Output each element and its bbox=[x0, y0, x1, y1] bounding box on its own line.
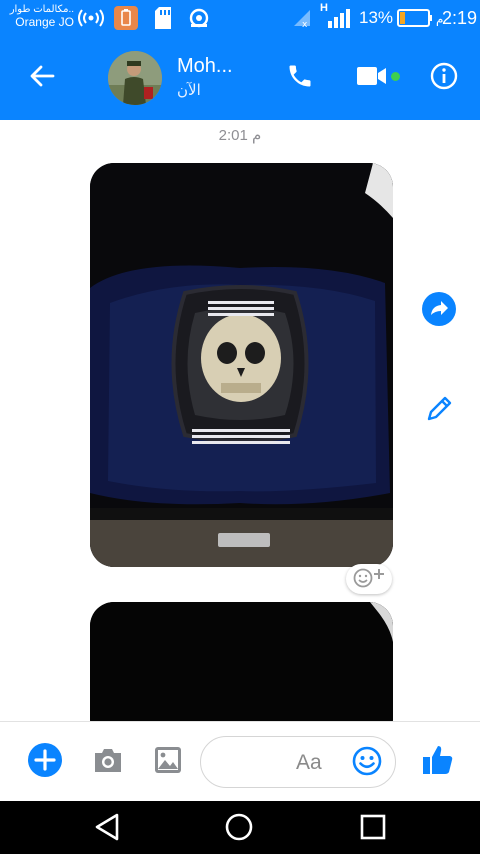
message-timestamp: 2:01 م bbox=[218, 127, 262, 144]
camera-button[interactable] bbox=[90, 744, 126, 780]
voice-call-button[interactable] bbox=[280, 58, 320, 98]
conversation-info-button[interactable] bbox=[424, 58, 464, 98]
message-thread[interactable]: 2:01 م bbox=[0, 120, 480, 721]
add-reaction-button[interactable] bbox=[346, 564, 392, 594]
info-icon bbox=[429, 61, 459, 96]
signal-x-icon: x bbox=[292, 8, 312, 33]
battery-saver-icon bbox=[114, 6, 138, 35]
emoji-icon bbox=[351, 745, 383, 782]
contact-name[interactable]: Moh... bbox=[177, 55, 233, 78]
edit-photo-button[interactable] bbox=[422, 394, 456, 428]
gallery-icon bbox=[153, 745, 183, 780]
share-forward-icon bbox=[422, 291, 456, 331]
recents-square-icon bbox=[359, 813, 387, 846]
plus-icon bbox=[27, 742, 63, 783]
message-input[interactable]: Aa bbox=[200, 736, 396, 788]
signal-bars-icon bbox=[326, 7, 352, 34]
nav-recents-button[interactable] bbox=[355, 811, 391, 847]
phone-icon bbox=[286, 62, 314, 95]
nav-back-button[interactable] bbox=[89, 811, 125, 847]
status-bar: مكالمات طوار.. Orange JO x H 13% م 2:19 bbox=[0, 0, 480, 36]
thumbs-up-icon bbox=[421, 743, 455, 782]
conversation-header: Moh... الآن bbox=[0, 36, 480, 120]
back-triangle-icon bbox=[93, 812, 121, 847]
clock: 2:19 bbox=[442, 8, 478, 28]
nav-home-button[interactable] bbox=[221, 811, 257, 847]
gallery-button[interactable] bbox=[150, 744, 186, 780]
photo-message[interactable] bbox=[90, 163, 393, 567]
message-input-placeholder: Aa bbox=[296, 751, 322, 774]
video-camera-icon bbox=[356, 64, 388, 93]
forward-button[interactable] bbox=[422, 291, 456, 331]
hotspot-icon bbox=[78, 8, 104, 33]
message-composer: Aa bbox=[0, 721, 480, 801]
home-circle-icon bbox=[224, 812, 254, 847]
video-call-button[interactable] bbox=[352, 58, 392, 98]
online-indicator bbox=[391, 72, 400, 81]
photo-message[interactable] bbox=[90, 602, 393, 721]
sync-icon bbox=[188, 7, 210, 34]
svg-text:x: x bbox=[302, 20, 308, 28]
system-nav-bar bbox=[0, 801, 480, 854]
sd-card-icon bbox=[153, 6, 173, 35]
back-arrow-icon bbox=[29, 63, 55, 94]
battery-icon bbox=[397, 9, 433, 32]
more-actions-button[interactable] bbox=[27, 742, 63, 783]
avatar[interactable] bbox=[108, 51, 162, 105]
carrier-info: مكالمات طوار.. Orange JO bbox=[8, 3, 74, 29]
carrier-line2: Orange JO bbox=[15, 15, 74, 29]
add-reaction-icon bbox=[351, 566, 387, 593]
edit-pencil-icon bbox=[423, 393, 455, 430]
contact-active-status: الآن bbox=[177, 82, 201, 99]
send-like-button[interactable] bbox=[420, 744, 456, 780]
battery-percent: 13% bbox=[359, 8, 394, 27]
back-button[interactable] bbox=[22, 58, 62, 98]
camera-icon bbox=[92, 746, 124, 779]
emoji-button[interactable] bbox=[351, 745, 383, 782]
